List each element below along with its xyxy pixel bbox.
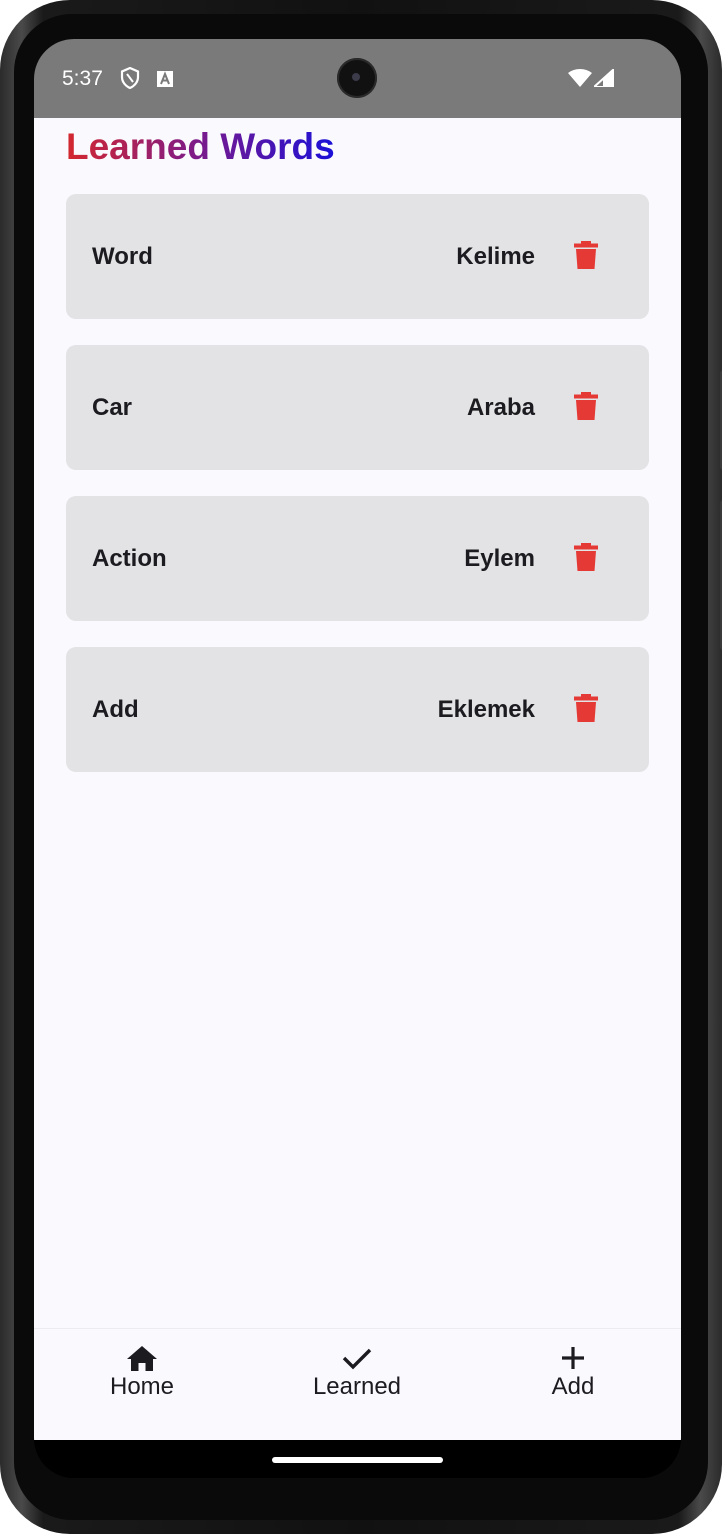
trash-icon	[574, 694, 598, 722]
a-notification-icon	[157, 71, 173, 92]
nav-item-home[interactable]: Home	[72, 1343, 212, 1409]
bottom-navigation: Home Learned Add	[34, 1328, 681, 1440]
trash-icon	[574, 543, 598, 571]
page-title: Learned Words	[66, 126, 335, 167]
delete-word-button[interactable]	[562, 533, 610, 581]
english-word: Car	[92, 394, 133, 421]
plus-icon	[562, 1347, 584, 1369]
nav-item-learned[interactable]: Learned	[287, 1343, 427, 1409]
trash-icon	[574, 241, 598, 269]
shield-icon	[120, 66, 140, 94]
check-icon	[342, 1348, 372, 1370]
trash-icon	[574, 392, 598, 420]
phone-frame: 5:37 Learned Words Word Kelime Car Araba…	[0, 0, 722, 1534]
signal-icon	[591, 66, 615, 92]
delete-word-button[interactable]	[562, 684, 610, 732]
gesture-navigation-area	[34, 1440, 681, 1478]
turkish-translation: Kelime	[456, 243, 535, 270]
status-bar: 5:37	[34, 39, 681, 118]
nav-item-add[interactable]: Add	[503, 1343, 643, 1409]
word-list: Word Kelime Car Araba Action Eylem Add E…	[66, 194, 649, 798]
delete-word-button[interactable]	[562, 231, 610, 279]
nav-label-home: Home	[109, 1373, 175, 1400]
word-card[interactable]: Add Eklemek	[66, 647, 649, 772]
home-gesture-handle[interactable]	[272, 1457, 443, 1463]
english-word: Action	[92, 545, 167, 572]
english-word: Add	[92, 696, 139, 723]
wifi-icon	[568, 69, 592, 92]
turkish-translation: Eylem	[464, 545, 535, 572]
nav-label-learned: Learned	[312, 1373, 402, 1400]
status-time: 5:37	[62, 67, 103, 90]
word-card[interactable]: Action Eylem	[66, 496, 649, 621]
turkish-translation: Araba	[466, 394, 535, 421]
word-card[interactable]: Car Araba	[66, 345, 649, 470]
device-screen: 5:37 Learned Words Word Kelime Car Araba…	[34, 39, 681, 1478]
front-camera	[337, 58, 377, 98]
word-card[interactable]: Word Kelime	[66, 194, 649, 319]
nav-label-add: Add	[551, 1373, 595, 1400]
learned-words-screen: Learned Words Word Kelime Car Araba Acti…	[34, 118, 681, 1328]
delete-word-button[interactable]	[562, 382, 610, 430]
turkish-translation: Eklemek	[437, 696, 535, 723]
english-word: Word	[92, 243, 153, 270]
home-icon	[127, 1346, 157, 1371]
